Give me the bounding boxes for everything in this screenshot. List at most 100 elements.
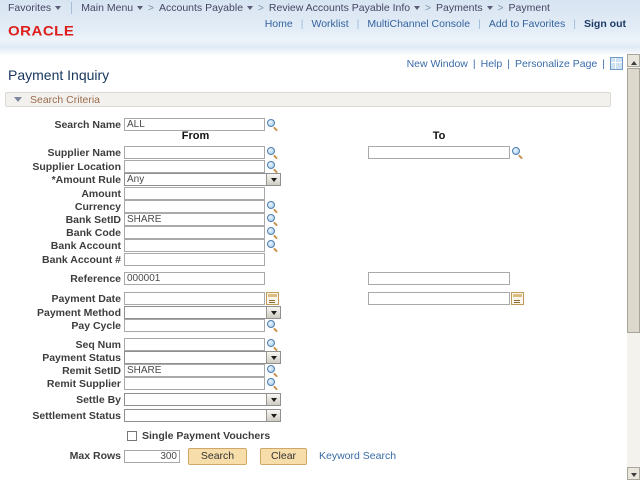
worklist-link[interactable]: Worklist <box>311 18 348 30</box>
breadcrumb-separator: > <box>148 3 154 14</box>
max-rows-input[interactable] <box>124 450 180 463</box>
remit-supplier-label: Remit Supplier <box>0 378 121 390</box>
supplier-name-from-lookup-icon[interactable] <box>266 146 279 159</box>
chevron-down-icon[interactable] <box>266 394 280 405</box>
breadcrumb-payment[interactable]: Payment <box>509 2 550 14</box>
payment-date-to-input[interactable] <box>368 292 510 305</box>
max-rows-label: Max Rows <box>0 450 121 462</box>
chevron-down-icon <box>137 6 143 13</box>
add-to-favorites-link[interactable]: Add to Favorites <box>489 18 565 30</box>
chevron-down-icon <box>414 6 420 13</box>
search-criteria-label: Search Criteria <box>30 94 100 106</box>
breadcrumb-payments[interactable]: Payments <box>436 2 493 14</box>
breadcrumb-accounts-payable[interactable]: Accounts Payable <box>159 2 253 14</box>
row-settlement-status: Settlement Status <box>0 408 640 423</box>
payment-status-label: Payment Status <box>0 352 121 364</box>
reference-to-input[interactable] <box>368 272 510 285</box>
reference-label: Reference <box>0 273 121 285</box>
payment-date-to-group <box>368 292 524 305</box>
row-amount-rule: *Amount Rule Any <box>0 172 640 187</box>
payment-date-to-calendar-icon[interactable] <box>511 292 524 305</box>
breadcrumb-main-menu[interactable]: Main Menu <box>81 2 143 14</box>
settlement-status-value <box>125 410 266 421</box>
row-payment-date: Payment Date <box>0 291 640 306</box>
settlement-status-label: Settlement Status <box>0 410 121 422</box>
triangle-up-icon <box>631 58 637 65</box>
payment-date-from-input[interactable] <box>124 292 265 305</box>
amount-rule-label: *Amount Rule <box>0 174 121 186</box>
help-link[interactable]: Help <box>481 58 503 70</box>
supplier-name-to-group <box>368 146 524 159</box>
remit-setid-label: Remit SetID <box>0 365 121 377</box>
scroll-up-button[interactable] <box>627 54 640 67</box>
single-payment-vouchers-label: Single Payment Vouchers <box>142 430 270 442</box>
breadcrumb: Favorites Main Menu > Accounts Payable >… <box>0 0 640 16</box>
bank-account-num-label: Bank Account # <box>0 254 121 266</box>
supplier-location-label: Supplier Location <box>0 161 121 173</box>
breadcrumb-review-ap-info[interactable]: Review Accounts Payable Info <box>269 2 420 14</box>
bank-code-label: Bank Code <box>0 227 121 239</box>
supplier-name-from-input[interactable] <box>124 146 265 159</box>
keyword-search-link[interactable]: Keyword Search <box>319 450 396 462</box>
chevron-down-icon[interactable] <box>266 410 280 421</box>
sign-out-link[interactable]: Sign out <box>584 18 626 30</box>
row-bank-account: Bank Account <box>0 238 640 253</box>
pay-cycle-input[interactable] <box>124 319 265 332</box>
vertical-scrollbar[interactable] <box>627 54 640 480</box>
bank-setid-label: Bank SetID <box>0 214 121 226</box>
bank-account-lookup-icon[interactable] <box>266 239 279 252</box>
chevron-down-icon[interactable] <box>266 174 280 185</box>
reference-from-input[interactable] <box>124 272 265 285</box>
new-window-link[interactable]: New Window <box>407 58 468 70</box>
pay-cycle-lookup-icon[interactable] <box>266 319 279 332</box>
row-reference: Reference <box>0 271 640 286</box>
bank-account-label: Bank Account <box>0 240 121 252</box>
search-criteria-header[interactable]: Search Criteria <box>5 92 611 107</box>
multichannel-console-link[interactable]: MultiChannel Console <box>367 18 470 30</box>
amount-rule-select[interactable]: Any <box>124 173 281 186</box>
link-separator: | <box>301 18 304 30</box>
chevron-down-icon <box>247 6 253 13</box>
supplier-name-to-input[interactable] <box>368 146 510 159</box>
bank-account-input[interactable] <box>124 239 265 252</box>
search-button[interactable]: Search <box>188 448 247 465</box>
payment-status-value <box>125 352 266 363</box>
scroll-down-button[interactable] <box>627 467 640 480</box>
remit-supplier-lookup-icon[interactable] <box>266 377 279 390</box>
payment-method-value <box>125 307 266 318</box>
personalize-page-link[interactable]: Personalize Page <box>515 58 597 70</box>
link-separator: | <box>573 18 576 30</box>
single-payment-vouchers-checkbox[interactable] <box>127 431 137 441</box>
portal-links: Home | Worklist | MultiChannel Console |… <box>0 16 626 31</box>
row-settle-by: Settle By <box>0 392 640 407</box>
link-separator: | <box>473 58 476 70</box>
settlement-status-select[interactable] <box>124 409 281 422</box>
row-pay-cycle: Pay Cycle <box>0 318 640 333</box>
chevron-down-icon <box>487 6 493 13</box>
payment-date-from-calendar-icon[interactable] <box>266 292 279 305</box>
remit-supplier-input[interactable] <box>124 377 265 390</box>
chevron-down-icon <box>55 6 61 13</box>
payment-method-label: Payment Method <box>0 307 121 319</box>
breadcrumb-favorites[interactable]: Favorites <box>8 2 61 14</box>
to-column-header: To <box>368 130 510 142</box>
chevron-down-icon[interactable] <box>266 352 280 363</box>
breadcrumb-label: Payment <box>509 2 550 14</box>
breadcrumb-label: Main Menu <box>81 2 133 14</box>
breadcrumb-separator: > <box>258 3 264 14</box>
settle-by-select[interactable] <box>124 393 281 406</box>
breadcrumb-label: Payments <box>436 2 483 14</box>
personalize-grid-icon[interactable] <box>610 57 623 70</box>
settle-by-value <box>125 394 266 405</box>
clear-button[interactable]: Clear <box>260 448 307 465</box>
breadcrumb-divider <box>71 2 72 14</box>
link-separator: | <box>507 58 510 70</box>
page-title: Payment Inquiry <box>8 67 109 83</box>
scrollbar-thumb[interactable] <box>627 68 640 333</box>
bank-account-num-input[interactable] <box>124 253 265 266</box>
supplier-name-to-lookup-icon[interactable] <box>511 146 524 159</box>
home-link[interactable]: Home <box>265 18 293 30</box>
link-separator: | <box>357 18 360 30</box>
link-separator: | <box>478 18 481 30</box>
chevron-down-icon[interactable] <box>266 307 280 318</box>
